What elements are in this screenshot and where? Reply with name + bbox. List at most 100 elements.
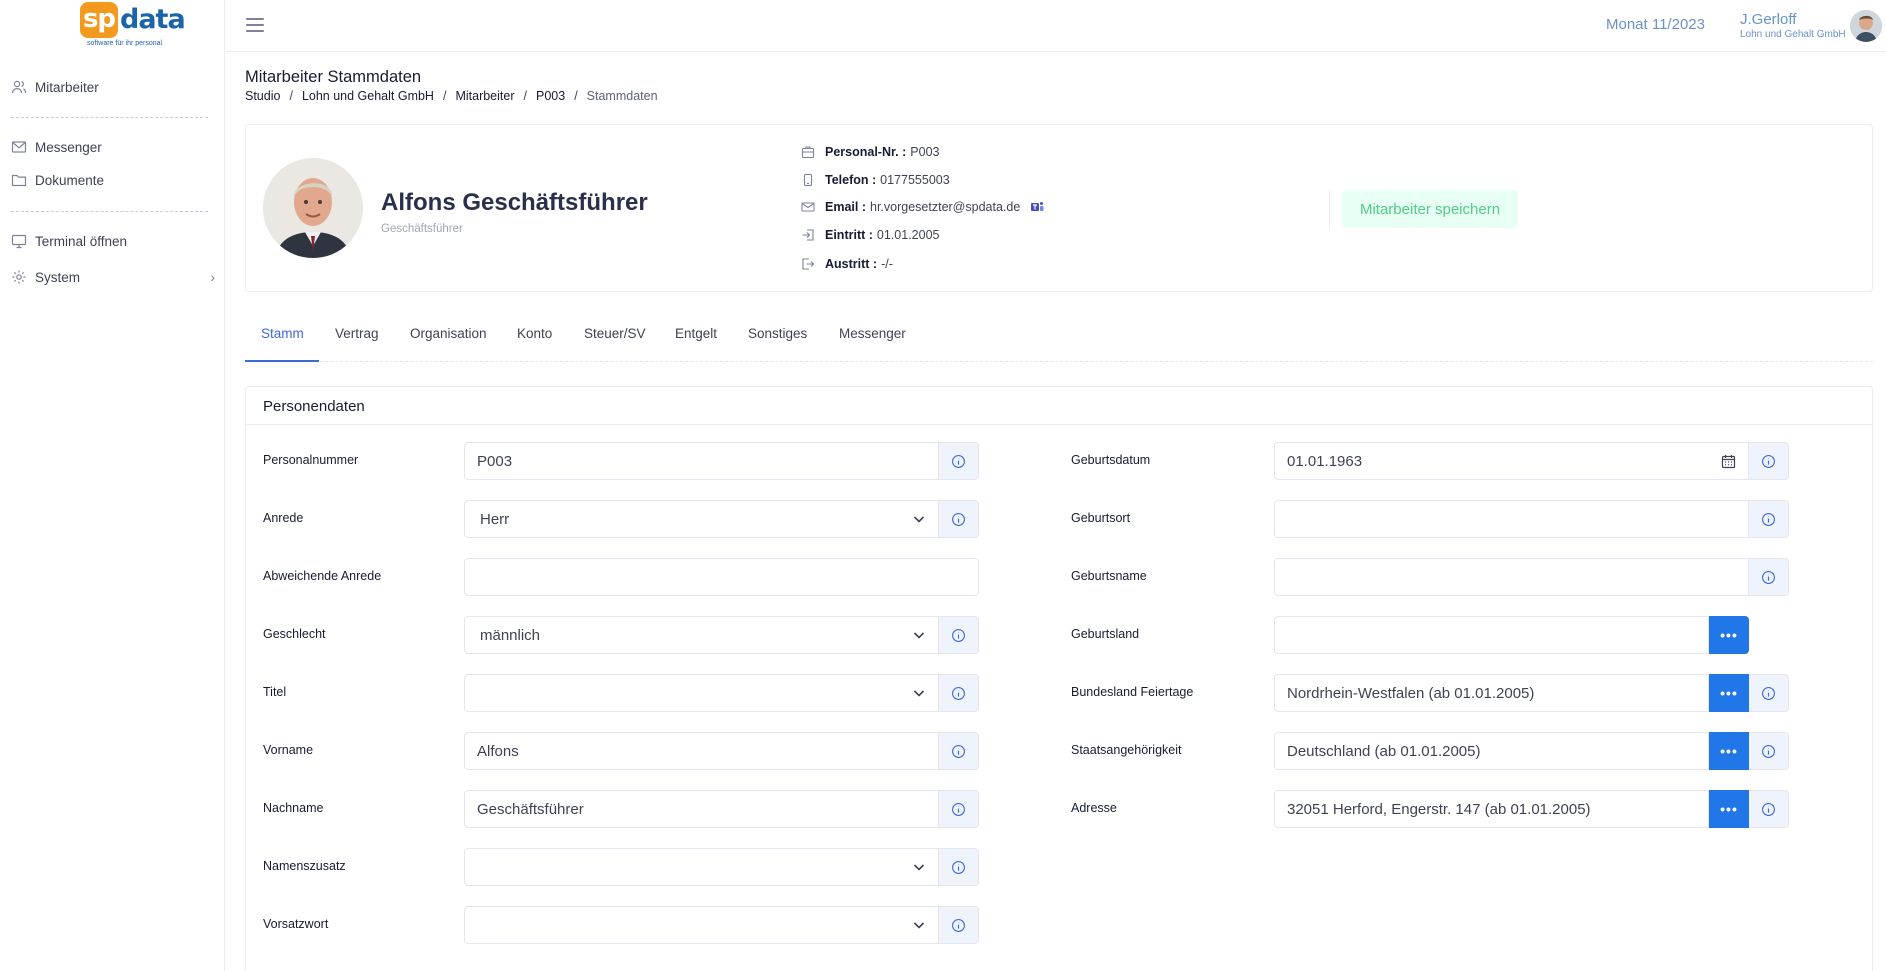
info-button[interactable] <box>939 848 979 886</box>
field-label: Vorsatzwort <box>263 917 329 931</box>
info-button[interactable] <box>1749 790 1789 828</box>
sidebar-item-system[interactable]: System › <box>11 266 215 288</box>
info-icon <box>952 744 965 758</box>
sidebar-item-label: Messenger <box>35 139 102 155</box>
info-button[interactable] <box>939 500 979 538</box>
geschlecht-select[interactable]: männlich <box>464 616 939 654</box>
info-button[interactable] <box>1749 558 1789 596</box>
spdata-logo[interactable]: sp data software für ihr personal <box>80 2 200 50</box>
calendar-icon[interactable] <box>1721 454 1736 469</box>
user-name[interactable]: J.Gerloff <box>1740 11 1796 28</box>
tab-steuer-sv[interactable]: Steuer/SV <box>584 318 646 362</box>
personendaten-card: Personendaten Personalnummer P003 Anrede… <box>245 386 1873 971</box>
ellipsis-icon: ••• <box>1720 685 1738 701</box>
more-options-button[interactable]: ••• <box>1709 616 1749 654</box>
nachname-input[interactable]: Geschäftsführer <box>464 790 939 828</box>
email-label: Email : <box>825 200 866 214</box>
card-title: Personendaten <box>263 398 365 415</box>
tab-sonstiges[interactable]: Sonstiges <box>748 318 807 362</box>
info-button[interactable] <box>939 732 979 770</box>
field-label: Bundesland Feiertage <box>1071 685 1194 699</box>
info-button[interactable] <box>939 442 979 480</box>
info-button[interactable] <box>1749 732 1789 770</box>
logo-data: data <box>120 4 186 35</box>
info-button[interactable] <box>939 616 979 654</box>
anrede-value: Herr <box>480 510 510 528</box>
titel-select[interactable] <box>464 674 939 712</box>
more-options-button[interactable]: ••• <box>1709 674 1749 712</box>
user-avatar[interactable] <box>1850 10 1882 42</box>
vertical-divider <box>1329 190 1330 230</box>
vorsatzwort-select[interactable] <box>464 906 939 944</box>
geburtsname-input[interactable] <box>1274 558 1749 596</box>
info-icon <box>952 628 965 642</box>
anrede-select[interactable]: Herr <box>464 500 939 538</box>
monitor-icon <box>11 233 27 249</box>
field-label: Geburtsname <box>1071 569 1147 583</box>
chevron-down-icon <box>913 632 925 639</box>
personalnummer-input[interactable]: P003 <box>464 442 939 480</box>
current-month[interactable]: Monat 11/2023 <box>1606 16 1705 33</box>
breadcrumb-item[interactable]: Mitarbeiter <box>455 89 514 103</box>
tab-stamm[interactable]: Stamm <box>245 318 319 362</box>
namenszusatz-select[interactable] <box>464 848 939 886</box>
breadcrumb-current: Stammdaten <box>586 89 658 103</box>
tab-organisation[interactable]: Organisation <box>410 318 487 362</box>
logo-tagline: software für ihr personal <box>87 40 163 47</box>
sidebar-item-label: System <box>35 269 81 285</box>
geburtsort-input[interactable] <box>1274 500 1749 538</box>
info-button[interactable] <box>1749 442 1789 480</box>
info-button[interactable] <box>1749 674 1789 712</box>
staatsangehoerigkeit-input[interactable]: Deutschland (ab 01.01.2005) <box>1274 732 1709 770</box>
info-icon <box>952 802 965 816</box>
info-icon <box>1762 570 1775 584</box>
info-button[interactable] <box>939 790 979 828</box>
field-label: Abweichende Anrede <box>263 569 382 583</box>
sidebar-item-mitarbeiter[interactable]: Mitarbeiter <box>11 76 211 98</box>
telefon-value: 0177555003 <box>880 173 950 187</box>
info-button[interactable] <box>939 906 979 944</box>
vorname-input[interactable]: Alfons <box>464 732 939 770</box>
info-button[interactable] <box>1749 500 1789 538</box>
breadcrumb-separator: / <box>289 89 293 103</box>
field-label: Staatsangehörigkeit <box>1071 743 1182 757</box>
email-value[interactable]: hr.vorgesetzter@spdata.de <box>870 200 1020 214</box>
more-options-button[interactable]: ••• <box>1709 732 1749 770</box>
tab-bar: Stamm Vertrag Organisation Konto Steuer/… <box>245 318 1873 362</box>
user-company: Lohn und Gehalt GmbH <box>1740 29 1846 40</box>
profile-card: Alfons Geschäftsführer Geschäftsführer P… <box>245 124 1873 292</box>
chevron-right-icon: › <box>210 269 215 285</box>
info-icon <box>1762 512 1775 526</box>
info-icon <box>952 454 965 468</box>
save-employee-button[interactable]: Mitarbeiter speichern <box>1342 190 1518 228</box>
geburtsland-input[interactable] <box>1274 616 1709 654</box>
tab-konto[interactable]: Konto <box>517 318 552 362</box>
tab-vertrag[interactable]: Vertrag <box>335 318 379 362</box>
info-icon <box>1762 454 1775 468</box>
field-label: Adresse <box>1071 801 1117 815</box>
sidebar-item-messenger[interactable]: Messenger <box>11 136 211 158</box>
telefon-label: Telefon : <box>825 173 877 187</box>
menu-toggle-icon[interactable] <box>246 18 264 32</box>
sidebar-item-terminal[interactable]: Terminal öffnen <box>11 230 211 252</box>
breadcrumb-item[interactable]: P003 <box>536 89 565 103</box>
sidebar-divider <box>11 117 208 118</box>
abweichende-anrede-input[interactable] <box>464 558 979 596</box>
bundesland-feiertage-input[interactable]: Nordrhein-Westfalen (ab 01.01.2005) <box>1274 674 1709 712</box>
breadcrumb-item[interactable]: Studio <box>245 89 280 103</box>
tab-messenger[interactable]: Messenger <box>839 318 906 362</box>
tab-entgelt[interactable]: Entgelt <box>675 318 717 362</box>
eintritt-row: Eintritt : 01.01.2005 <box>801 226 939 244</box>
folder-icon <box>11 172 27 188</box>
more-options-button[interactable]: ••• <box>1709 790 1749 828</box>
geburtsdatum-input[interactable]: 01.01.1963 <box>1274 442 1749 480</box>
users-icon <box>11 79 27 95</box>
sidebar-item-dokumente[interactable]: Dokumente <box>11 169 211 191</box>
personal-nr-label: Personal-Nr. : <box>825 145 907 159</box>
teams-icon[interactable] <box>1030 200 1044 214</box>
employee-name: Alfons Geschäftsführer <box>381 189 648 216</box>
adresse-input[interactable]: 32051 Herford, Engerstr. 147 (ab 01.01.2… <box>1274 790 1709 828</box>
info-button[interactable] <box>939 674 979 712</box>
info-icon <box>1762 686 1775 700</box>
breadcrumb-item[interactable]: Lohn und Gehalt GmbH <box>302 89 434 103</box>
